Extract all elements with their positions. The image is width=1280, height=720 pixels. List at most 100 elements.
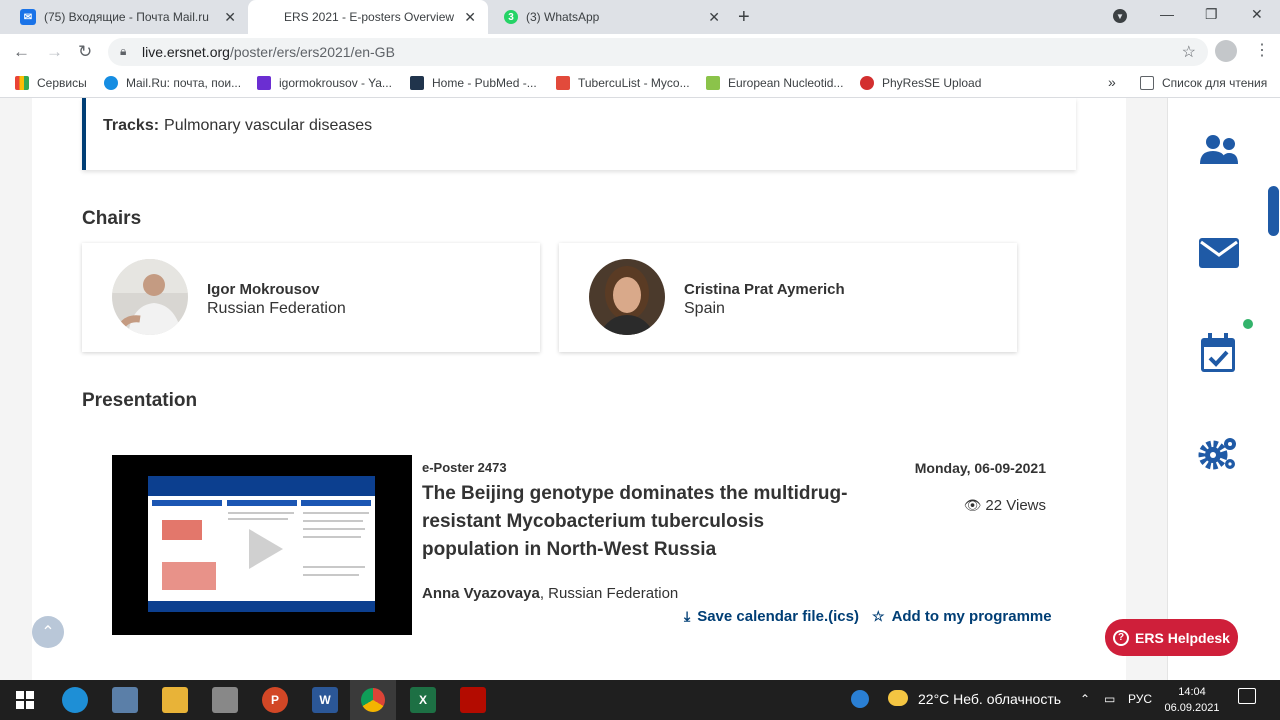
save-calendar-button[interactable]: ⤓ Save calendar file.(ics) — [684, 608, 859, 625]
envelope-icon — [257, 76, 271, 90]
window-close-icon[interactable]: ✕ — [1251, 6, 1263, 23]
maximize-icon[interactable]: ❐ — [1205, 6, 1218, 23]
new-tab-icon[interactable]: + — [738, 6, 750, 29]
bookmarks-bar: Сервисы Mail.Ru: почта, пои... igormokro… — [0, 70, 1280, 98]
ers-helpdesk-button[interactable]: ? ERS Helpdesk — [1105, 619, 1238, 656]
chairs-heading: Chairs — [82, 208, 142, 229]
tracks-value: Pulmonary vascular diseases — [164, 117, 373, 134]
windows-start-icon[interactable] — [12, 687, 38, 713]
chrome-taskbar-item[interactable] — [350, 680, 396, 720]
chair-country: Russian Federation — [207, 300, 346, 317]
bookmark-phyresse[interactable]: PhyResSE Upload — [860, 76, 981, 90]
bookmark-mailru[interactable]: Mail.Ru: почта, пои... — [104, 76, 241, 90]
word-icon[interactable]: W — [312, 687, 338, 713]
app-icon[interactable] — [212, 687, 238, 713]
display-icon[interactable]: ▭ — [1104, 692, 1115, 706]
powerpoint-icon[interactable]: P — [262, 687, 288, 713]
avatar — [112, 259, 188, 335]
people-icon[interactable] — [1198, 132, 1240, 172]
tab-mail[interactable]: ✉ (75) Входящие - Почта Mail.ru ✕ — [6, 0, 246, 34]
calendar-check-icon[interactable] — [1198, 332, 1240, 372]
tracks-card: Tracks: Pulmonary vascular diseases — [82, 98, 1076, 170]
tab-whatsapp[interactable]: 3 (3) WhatsApp ✕ — [490, 0, 730, 34]
close-icon[interactable]: ✕ — [464, 9, 476, 26]
chevron-up-icon: ⌃ — [41, 624, 55, 641]
file-explorer-icon[interactable] — [162, 687, 188, 713]
close-icon[interactable]: ✕ — [224, 9, 236, 26]
menu-kebab-icon[interactable]: ⋮ — [1254, 40, 1270, 60]
views-label: 22 Views — [985, 497, 1046, 514]
acrobat-icon[interactable] — [460, 687, 486, 713]
presentation-card: e-Poster 2473 The Beijing genotype domin… — [82, 426, 1076, 666]
excel-icon[interactable]: X — [410, 687, 436, 713]
browser-tab-bar: ✉ (75) Входящие - Почта Mail.ru ✕ ERS 20… — [0, 0, 1280, 34]
scrollbar-handle[interactable] — [1268, 186, 1279, 236]
bookmark-label: European Nucleotid... — [728, 76, 844, 90]
presentation-title[interactable]: The Beijing genotype dominates the multi… — [422, 480, 852, 564]
reading-list-button[interactable]: Список для чтения — [1140, 76, 1267, 90]
view-count: 👁︎ 22 Views — [964, 497, 1046, 514]
windows-taskbar: P W X 22°C Неб. облачность ⌃ ▭ РУС 14:04… — [0, 680, 1280, 720]
presentation-date: Monday, 06-09-2021 — [914, 460, 1046, 476]
chair-card[interactable]: Igor Mokrousov Russian Federation — [82, 243, 540, 352]
lock-icon: 🔒︎ — [120, 44, 127, 58]
language-indicator[interactable]: РУС — [1128, 692, 1152, 706]
avatar — [589, 259, 665, 335]
url-path: /poster/ers/ers2021/en-GB — [229, 44, 395, 60]
back-icon[interactable]: ← — [13, 42, 30, 62]
chair-card[interactable]: Cristina Prat Aymerich Spain — [559, 243, 1017, 352]
add-to-programme-button[interactable]: ☆ Add to my programme — [872, 608, 1052, 625]
address-bar: ← → ↻ 🔒︎ live.ersnet.org/poster/ers/ers2… — [0, 34, 1280, 70]
chevron-up-icon[interactable]: ⌃ — [1080, 692, 1090, 706]
clock[interactable]: 14:04 06.09.2021 — [1162, 684, 1222, 716]
bookmark-yandex[interactable]: igormokrousov - Ya... — [257, 76, 392, 90]
tab-title: (75) Входящие - Почта Mail.ru — [44, 10, 209, 24]
edge-icon[interactable] — [62, 687, 88, 713]
save-calendar-label: Save calendar file.(ics) — [697, 608, 859, 625]
minimize-icon[interactable]: — — [1160, 6, 1174, 22]
reading-list-label: Список для чтения — [1162, 76, 1268, 90]
tab-search-icon[interactable]: ▼ — [1113, 9, 1127, 23]
calculator-icon[interactable] — [112, 687, 138, 713]
whatsapp-icon: 3 — [504, 10, 518, 24]
bookmark-star-icon[interactable]: ☆ — [1182, 42, 1196, 62]
helpdesk-label: ERS Helpdesk — [1135, 629, 1230, 646]
star-icon: ☆ — [872, 608, 885, 624]
tab-title: ERS 2021 - E-posters Overview — [284, 10, 455, 24]
tab-ers[interactable]: ERS 2021 - E-posters Overview ✕ — [248, 0, 488, 34]
author-name: Anna Vyazovaya — [422, 585, 540, 602]
help-icon[interactable] — [851, 690, 869, 708]
weather-icon — [888, 690, 908, 706]
bookmark-tuberculist[interactable]: TubercuList - Myco... — [556, 76, 690, 90]
tracks-label: Tracks: — [103, 117, 160, 134]
weather-text[interactable]: 22°C Неб. облачность — [918, 691, 1061, 707]
bookmark-label: Сервисы — [37, 76, 87, 90]
notification-center-icon[interactable] — [1238, 688, 1256, 704]
bookmarks-overflow[interactable]: » — [1108, 74, 1116, 90]
side-menu — [1167, 98, 1280, 680]
bookmark-label: TubercuList - Myco... — [578, 76, 690, 90]
bookmark-ena[interactable]: European Nucleotid... — [706, 76, 843, 90]
url-field[interactable]: 🔒︎ live.ersnet.org/poster/ers/ers2021/en… — [108, 38, 1208, 66]
main-content: Tracks: Pulmonary vascular diseases Chair… — [32, 98, 1126, 680]
question-icon: ? — [1113, 629, 1130, 646]
bookmark-services[interactable]: Сервисы — [15, 76, 87, 90]
pubmed-icon — [410, 76, 424, 90]
download-icon: ⤓ — [684, 608, 691, 624]
profile-avatar-icon[interactable] — [1215, 40, 1237, 62]
notification-dot — [1243, 319, 1253, 329]
tab-title: (3) WhatsApp — [526, 10, 600, 24]
envelope-icon[interactable] — [1198, 236, 1240, 276]
close-icon[interactable]: ✕ — [708, 9, 720, 26]
forward-icon[interactable]: → — [46, 42, 63, 62]
eye-icon: 👁︎ — [963, 497, 982, 513]
poster-video-thumbnail[interactable] — [112, 455, 412, 635]
clock-date: 06.09.2021 — [1164, 702, 1220, 714]
bookmark-pubmed[interactable]: Home - PubMed -... — [410, 76, 537, 90]
clock-time: 14:04 — [1178, 686, 1206, 698]
ena-icon — [706, 76, 720, 90]
settings-gears-icon[interactable] — [1198, 434, 1240, 474]
scroll-to-top-button[interactable]: ⌃ — [32, 616, 64, 648]
play-icon[interactable] — [249, 529, 283, 569]
reload-icon[interactable]: ↻ — [78, 42, 92, 62]
